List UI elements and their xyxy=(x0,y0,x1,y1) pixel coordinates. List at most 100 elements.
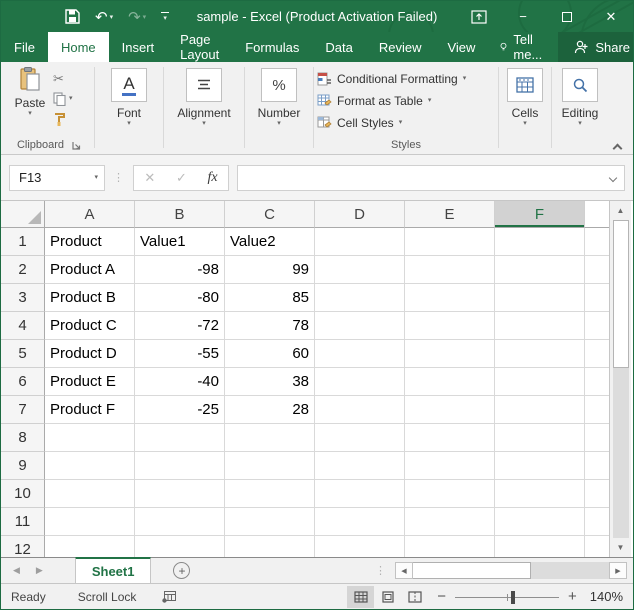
cell-A3[interactable]: Product B xyxy=(45,284,135,312)
font-group-button[interactable]: A Font ▾ xyxy=(98,65,160,154)
save-button[interactable] xyxy=(65,9,80,24)
cell-D3[interactable] xyxy=(315,284,405,312)
normal-view-button[interactable] xyxy=(347,586,374,608)
vertical-scrollbar-track[interactable] xyxy=(613,368,629,538)
cell-D4[interactable] xyxy=(315,312,405,340)
cell-C9[interactable] xyxy=(225,452,315,480)
cell-B9[interactable] xyxy=(135,452,225,480)
cell-E1[interactable] xyxy=(405,228,495,256)
tab-view[interactable]: View xyxy=(434,32,488,62)
cell-D7[interactable] xyxy=(315,396,405,424)
cell-C5[interactable]: 60 xyxy=(225,340,315,368)
cell-C3[interactable]: 85 xyxy=(225,284,315,312)
cell-E4[interactable] xyxy=(405,312,495,340)
formula-input[interactable] xyxy=(237,165,625,191)
select-all-corner[interactable] xyxy=(1,201,45,228)
number-group-button[interactable]: % Number ▾ xyxy=(248,65,310,154)
paste-button[interactable]: Paste ▾ xyxy=(7,65,53,127)
column-header-B[interactable]: B xyxy=(135,201,225,228)
cell-F12[interactable] xyxy=(495,536,585,557)
cell-styles-button[interactable]: Cell Styles ▾ xyxy=(317,113,495,133)
cell-F3[interactable] xyxy=(495,284,585,312)
scroll-right-icon[interactable]: ▶ xyxy=(609,562,627,579)
name-box-dropdown-icon[interactable]: ▾ xyxy=(94,174,98,182)
enter-button[interactable]: ✓ xyxy=(176,170,187,186)
zoom-slider-thumb[interactable] xyxy=(511,591,515,604)
cell-C10[interactable] xyxy=(225,480,315,508)
vertical-scrollbar[interactable]: ▲ ▼ xyxy=(609,201,631,557)
row-header-6[interactable]: 6 xyxy=(1,368,45,396)
next-sheet-icon[interactable]: ▶ xyxy=(36,565,43,576)
cell-B12[interactable] xyxy=(135,536,225,557)
row-header-11[interactable]: 11 xyxy=(1,508,45,536)
row-header-10[interactable]: 10 xyxy=(1,480,45,508)
cell-B1[interactable]: Value1 xyxy=(135,228,225,256)
name-box[interactable]: F13 ▾ xyxy=(9,165,105,191)
zoom-level[interactable]: 140% xyxy=(590,589,623,604)
scroll-left-icon[interactable]: ◀ xyxy=(395,562,413,579)
expand-formula-bar-icon[interactable] xyxy=(609,173,617,181)
row-header-8[interactable]: 8 xyxy=(1,424,45,452)
tab-page-layout[interactable]: Page Layout xyxy=(167,32,232,62)
cell-C4[interactable]: 78 xyxy=(225,312,315,340)
cell-F1[interactable] xyxy=(495,228,585,256)
cell-D5[interactable] xyxy=(315,340,405,368)
cell-E9[interactable] xyxy=(405,452,495,480)
cell-A1[interactable]: Product xyxy=(45,228,135,256)
cell-C11[interactable] xyxy=(225,508,315,536)
row-header-5[interactable]: 5 xyxy=(1,340,45,368)
cell-B2[interactable]: -98 xyxy=(135,256,225,284)
customize-qat-button[interactable]: ▾ xyxy=(161,12,169,21)
cell-D2[interactable] xyxy=(315,256,405,284)
column-header-E[interactable]: E xyxy=(405,201,495,228)
maximize-button[interactable] xyxy=(545,1,589,32)
cell-F7[interactable] xyxy=(495,396,585,424)
row-header-3[interactable]: 3 xyxy=(1,284,45,312)
tab-data[interactable]: Data xyxy=(312,32,365,62)
paste-dropdown-icon[interactable]: ▾ xyxy=(28,110,32,118)
cell-D8[interactable] xyxy=(315,424,405,452)
cell-C6[interactable]: 38 xyxy=(225,368,315,396)
formula-bar-grip[interactable]: ⋮ xyxy=(113,171,125,184)
tabbar-grip[interactable]: ⋮ xyxy=(375,564,387,577)
page-break-preview-button[interactable] xyxy=(401,586,428,608)
horizontal-scrollbar-track[interactable] xyxy=(531,562,609,579)
collapse-ribbon-button[interactable] xyxy=(614,139,623,148)
cell-A8[interactable] xyxy=(45,424,135,452)
cell-B8[interactable] xyxy=(135,424,225,452)
zoom-in-button[interactable]: + xyxy=(559,588,586,605)
editing-group-button[interactable]: Editing ▾ xyxy=(555,65,605,154)
conditional-formatting-button[interactable]: Conditional Formatting ▾ xyxy=(317,69,495,89)
undo-button[interactable]: ↶ ▾ xyxy=(95,8,113,26)
copy-dropdown-icon[interactable]: ▾ xyxy=(69,95,73,103)
close-button[interactable]: ✕ xyxy=(589,1,633,32)
cell-E12[interactable] xyxy=(405,536,495,557)
cell-B5[interactable]: -55 xyxy=(135,340,225,368)
cell-A11[interactable] xyxy=(45,508,135,536)
insert-function-button[interactable]: fx xyxy=(208,170,218,186)
tab-file[interactable]: File xyxy=(1,32,48,62)
tab-home[interactable]: Home xyxy=(48,32,109,62)
cell-C7[interactable]: 28 xyxy=(225,396,315,424)
cell-F4[interactable] xyxy=(495,312,585,340)
undo-dropdown-icon[interactable]: ▾ xyxy=(110,13,114,21)
row-header-7[interactable]: 7 xyxy=(1,396,45,424)
cell-E5[interactable] xyxy=(405,340,495,368)
cell-B6[interactable]: -40 xyxy=(135,368,225,396)
vertical-scrollbar-thumb[interactable] xyxy=(613,220,629,368)
tab-review[interactable]: Review xyxy=(366,32,435,62)
cell-C8[interactable] xyxy=(225,424,315,452)
cell-F5[interactable] xyxy=(495,340,585,368)
cancel-button[interactable]: ✕ xyxy=(144,170,155,186)
copy-button[interactable]: ▾ xyxy=(53,90,91,107)
horizontal-scrollbar[interactable]: ◀ ▶ xyxy=(395,562,627,579)
format-as-table-button[interactable]: Format as Table ▾ xyxy=(317,91,495,111)
row-header-4[interactable]: 4 xyxy=(1,312,45,340)
cell-C2[interactable]: 99 xyxy=(225,256,315,284)
cell-E3[interactable] xyxy=(405,284,495,312)
cell-D11[interactable] xyxy=(315,508,405,536)
cell-B4[interactable]: -72 xyxy=(135,312,225,340)
zoom-out-button[interactable]: − xyxy=(428,588,455,605)
cells-group-button[interactable]: Cells ▾ xyxy=(502,65,548,154)
cell-A2[interactable]: Product A xyxy=(45,256,135,284)
